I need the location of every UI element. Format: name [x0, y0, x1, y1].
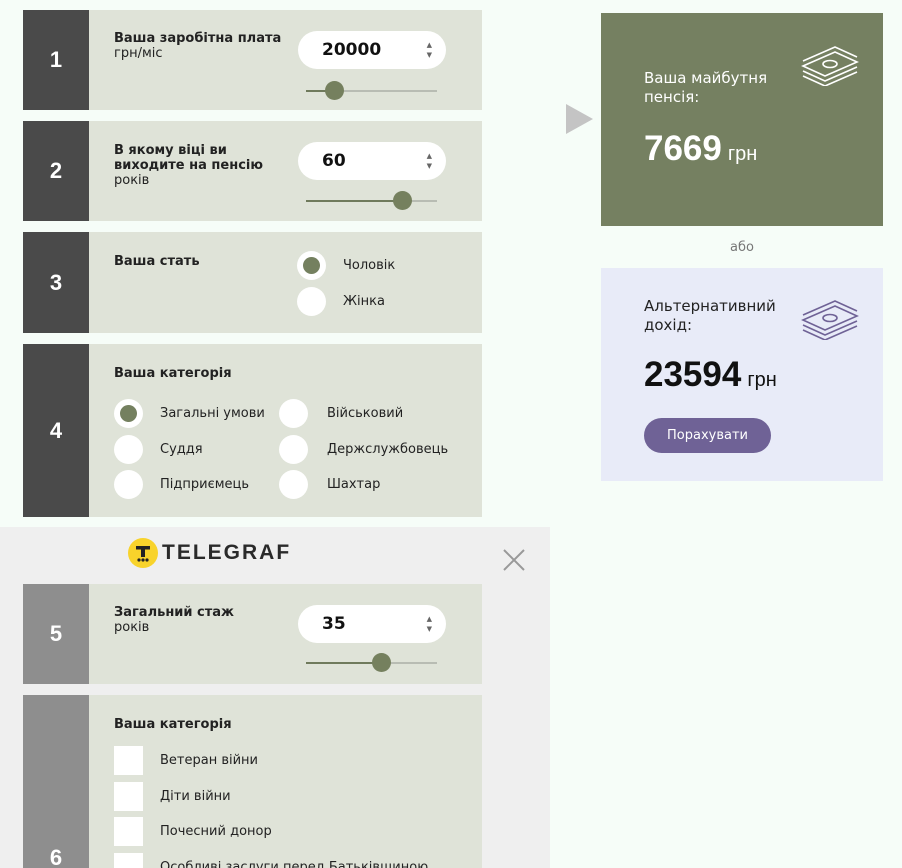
- step-retirement-age: 2 В якому віці ви виходите на пенсію рок…: [23, 121, 482, 221]
- pension-unit: грн: [727, 143, 758, 165]
- radio-general[interactable]: [114, 399, 143, 428]
- calculate-button[interactable]: Порахувати: [644, 418, 771, 453]
- alt-income-label: Альтернативний дохід:: [644, 297, 776, 334]
- question-title: Ваша категорія: [114, 366, 232, 381]
- checkbox-label-honorary-donor: Почесний донор: [160, 824, 272, 839]
- experience-input[interactable]: 35 ▲ ▼: [298, 605, 446, 643]
- alternative-income-card: Альтернативний дохід: 23594 грн Порахуват…: [601, 268, 883, 481]
- slider-fill: [306, 662, 382, 664]
- experience-value: 35: [322, 614, 346, 634]
- radio-label-entrepreneur: Підприємець: [160, 477, 250, 492]
- question-title: Ваша стать: [114, 254, 200, 269]
- step-number: 6: [23, 695, 89, 868]
- telegraf-logo[interactable]: TELEGRAF: [128, 538, 291, 568]
- checkbox-label-war-children: Діти війни: [160, 789, 231, 804]
- step-salary: 1 Ваша заробітна плата грн/міс 20000 ▲ ▼: [23, 10, 482, 110]
- step-work-experience: 5 Загальний стаж років 35 ▲ ▼: [23, 584, 482, 684]
- checkbox-war-veteran[interactable]: [114, 746, 143, 775]
- question-title-text: В якому віці ви виходите на пенсію: [114, 143, 263, 173]
- step-number: 2: [23, 121, 89, 221]
- radio-entrepreneur[interactable]: [114, 470, 143, 499]
- alt-income-unit: грн: [747, 369, 777, 391]
- age-slider[interactable]: [306, 191, 437, 210]
- radio-label-civil-servant: Держслужбовець: [327, 442, 449, 457]
- question-title-text: Загальний стаж: [114, 605, 234, 620]
- question-unit: років: [114, 620, 150, 635]
- question-title: Ваша категорія: [114, 717, 232, 732]
- money-stack-icon: [801, 300, 859, 340]
- or-separator: або: [730, 240, 754, 255]
- age-input[interactable]: 60 ▲ ▼: [298, 142, 446, 180]
- checkbox-war-children[interactable]: [114, 782, 143, 811]
- slider-handle[interactable]: [325, 81, 345, 100]
- pension-label: Ваша майбутня пенсія:: [644, 69, 768, 106]
- close-icon[interactable]: [502, 548, 526, 572]
- radio-label-female: Жінка: [343, 294, 385, 309]
- slider-fill: [306, 200, 403, 202]
- step-number: 1: [23, 10, 89, 110]
- step-special-category: 6 Ваша категорія Ветеран війни Діти війн…: [23, 695, 482, 868]
- pension-result-card: Ваша майбутня пенсія: 7669 грн: [601, 13, 883, 226]
- question-title: В якому віці ви виходите на пенсію років: [114, 143, 289, 188]
- question-title: Загальний стаж років: [114, 605, 234, 635]
- question-unit: грн/міс: [114, 46, 163, 61]
- salary-input[interactable]: 20000 ▲ ▼: [298, 31, 446, 69]
- step-category: 4 Ваша категорія Загальні умови Військов…: [23, 344, 482, 517]
- pension-amount: 7669 грн: [644, 129, 757, 169]
- money-stack-icon: [801, 46, 859, 86]
- question-title-text: Ваша заробітна плата: [114, 31, 282, 46]
- experience-slider[interactable]: [306, 653, 437, 672]
- telegraf-logo-icon: [128, 538, 158, 568]
- question-unit: років: [114, 173, 150, 188]
- telegraf-logo-text: TELEGRAF: [162, 541, 292, 564]
- radio-label-male: Чоловік: [343, 258, 396, 273]
- spinner-arrows-icon[interactable]: ▲ ▼: [427, 614, 432, 634]
- alt-income-value: 23594: [644, 355, 742, 394]
- radio-label-judge: Суддя: [160, 442, 203, 457]
- step-number: 5: [23, 584, 89, 684]
- question-title: Ваша заробітна плата грн/міс: [114, 31, 281, 61]
- radio-civil-servant[interactable]: [279, 435, 308, 464]
- salary-value: 20000: [322, 40, 382, 60]
- checkbox-label-war-veteran: Ветеран війни: [160, 753, 259, 768]
- spinner-arrows-icon[interactable]: ▲ ▼: [427, 40, 432, 60]
- radio-label-general: Загальні умови: [160, 406, 265, 421]
- play-arrow-icon: [566, 104, 593, 134]
- salary-slider[interactable]: [306, 81, 437, 100]
- radio-male[interactable]: [297, 251, 326, 280]
- slider-handle[interactable]: [393, 191, 413, 210]
- age-value: 60: [322, 151, 346, 171]
- checkbox-label-special-merit: Особливі заслуги перед Батьківщиною: [160, 860, 429, 868]
- slider-handle[interactable]: [372, 653, 392, 672]
- radio-label-miner: Шахтар: [327, 477, 381, 492]
- radio-female[interactable]: [297, 287, 326, 316]
- spinner-arrows-icon[interactable]: ▲ ▼: [427, 151, 432, 171]
- radio-judge[interactable]: [114, 435, 143, 464]
- radio-miner[interactable]: [279, 470, 308, 499]
- radio-military[interactable]: [279, 399, 308, 428]
- radio-label-military: Військовий: [327, 406, 404, 421]
- checkbox-honorary-donor[interactable]: [114, 817, 143, 846]
- step-number-text: 6: [49, 845, 63, 868]
- checkbox-special-merit[interactable]: [114, 853, 143, 868]
- alt-income-amount: 23594 грн: [644, 355, 777, 395]
- step-gender: 3 Ваша стать Чоловік Жінка: [23, 232, 482, 333]
- step-number: 4: [23, 344, 89, 517]
- pension-value: 7669: [644, 129, 722, 168]
- step-number: 3: [23, 232, 89, 333]
